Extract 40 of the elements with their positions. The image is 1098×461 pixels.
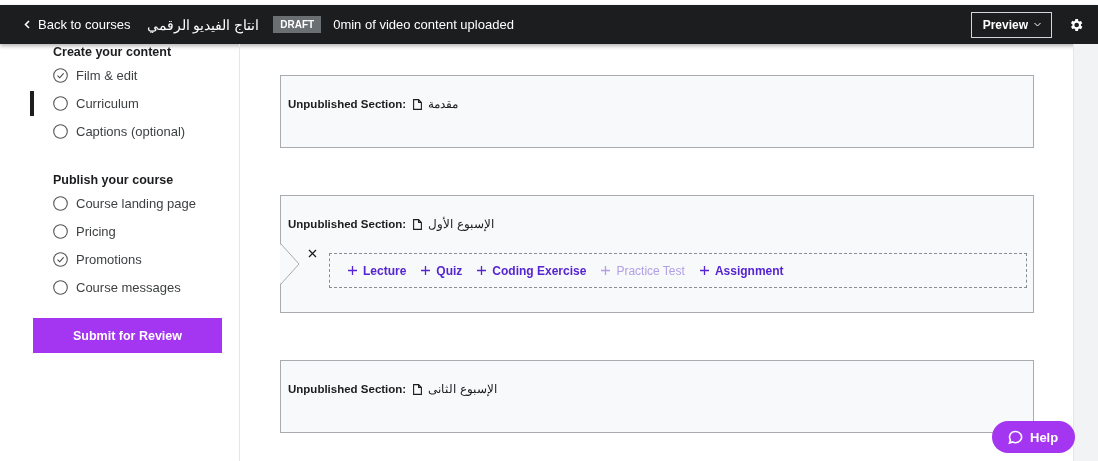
nav-item[interactable]: Pricing: [0, 217, 239, 245]
preview-button[interactable]: Preview: [970, 11, 1052, 38]
nav-item[interactable]: Course messages: [0, 273, 239, 301]
close-icon[interactable]: [308, 249, 317, 258]
section-label: Unpublished Section:: [288, 98, 407, 110]
add-item-link[interactable]: Assignment: [699, 263, 784, 278]
selected-indicator: [30, 91, 34, 116]
section-title: مقدمة: [428, 97, 459, 111]
help-button[interactable]: Help: [992, 421, 1076, 453]
caret-icon: [1034, 22, 1041, 27]
add-item-link[interactable]: Lecture: [348, 263, 407, 278]
group-heading: Publish your course: [53, 172, 175, 189]
nav-item[interactable]: Curriculum: [0, 89, 239, 117]
chevron-left-icon: [24, 20, 30, 29]
plus-icon: [699, 266, 709, 275]
settings-icon[interactable]: [1068, 16, 1084, 33]
speech-bubble-icon: [1008, 429, 1023, 445]
plus-icon: [348, 266, 357, 275]
plus-icon: [477, 266, 487, 275]
document-icon: [413, 218, 423, 230]
nav-item[interactable]: Promotions: [0, 245, 239, 273]
section-label: Unpublished Section:: [288, 383, 407, 395]
course-title: انتاج الفيديو الرقمي: [146, 16, 260, 33]
plus-icon: [421, 266, 431, 275]
back-link[interactable]: Back to courses: [24, 17, 131, 32]
section-title: الإسبوع الثانى: [428, 382, 497, 396]
nav-item[interactable]: Film & edit: [0, 61, 239, 89]
document-icon: [413, 98, 423, 110]
section-title: الإسبوع الأول: [428, 217, 494, 231]
nav-item[interactable]: Course landing page: [0, 189, 239, 217]
section-label: Unpublished Section:: [288, 218, 407, 230]
plus-icon: [601, 266, 611, 275]
document-icon: [413, 383, 423, 395]
group-heading: Create your content: [53, 44, 173, 61]
submit-for-review-button[interactable]: Submit for Review: [33, 318, 222, 353]
add-item-link[interactable]: Coding Exercise: [477, 263, 587, 278]
nav-item[interactable]: Captions (optional): [0, 117, 239, 145]
status-badge: DRAFT: [273, 16, 322, 33]
upload-status: 0min of video content uploaded: [333, 17, 514, 32]
add-item-link[interactable]: Quiz: [421, 263, 463, 278]
